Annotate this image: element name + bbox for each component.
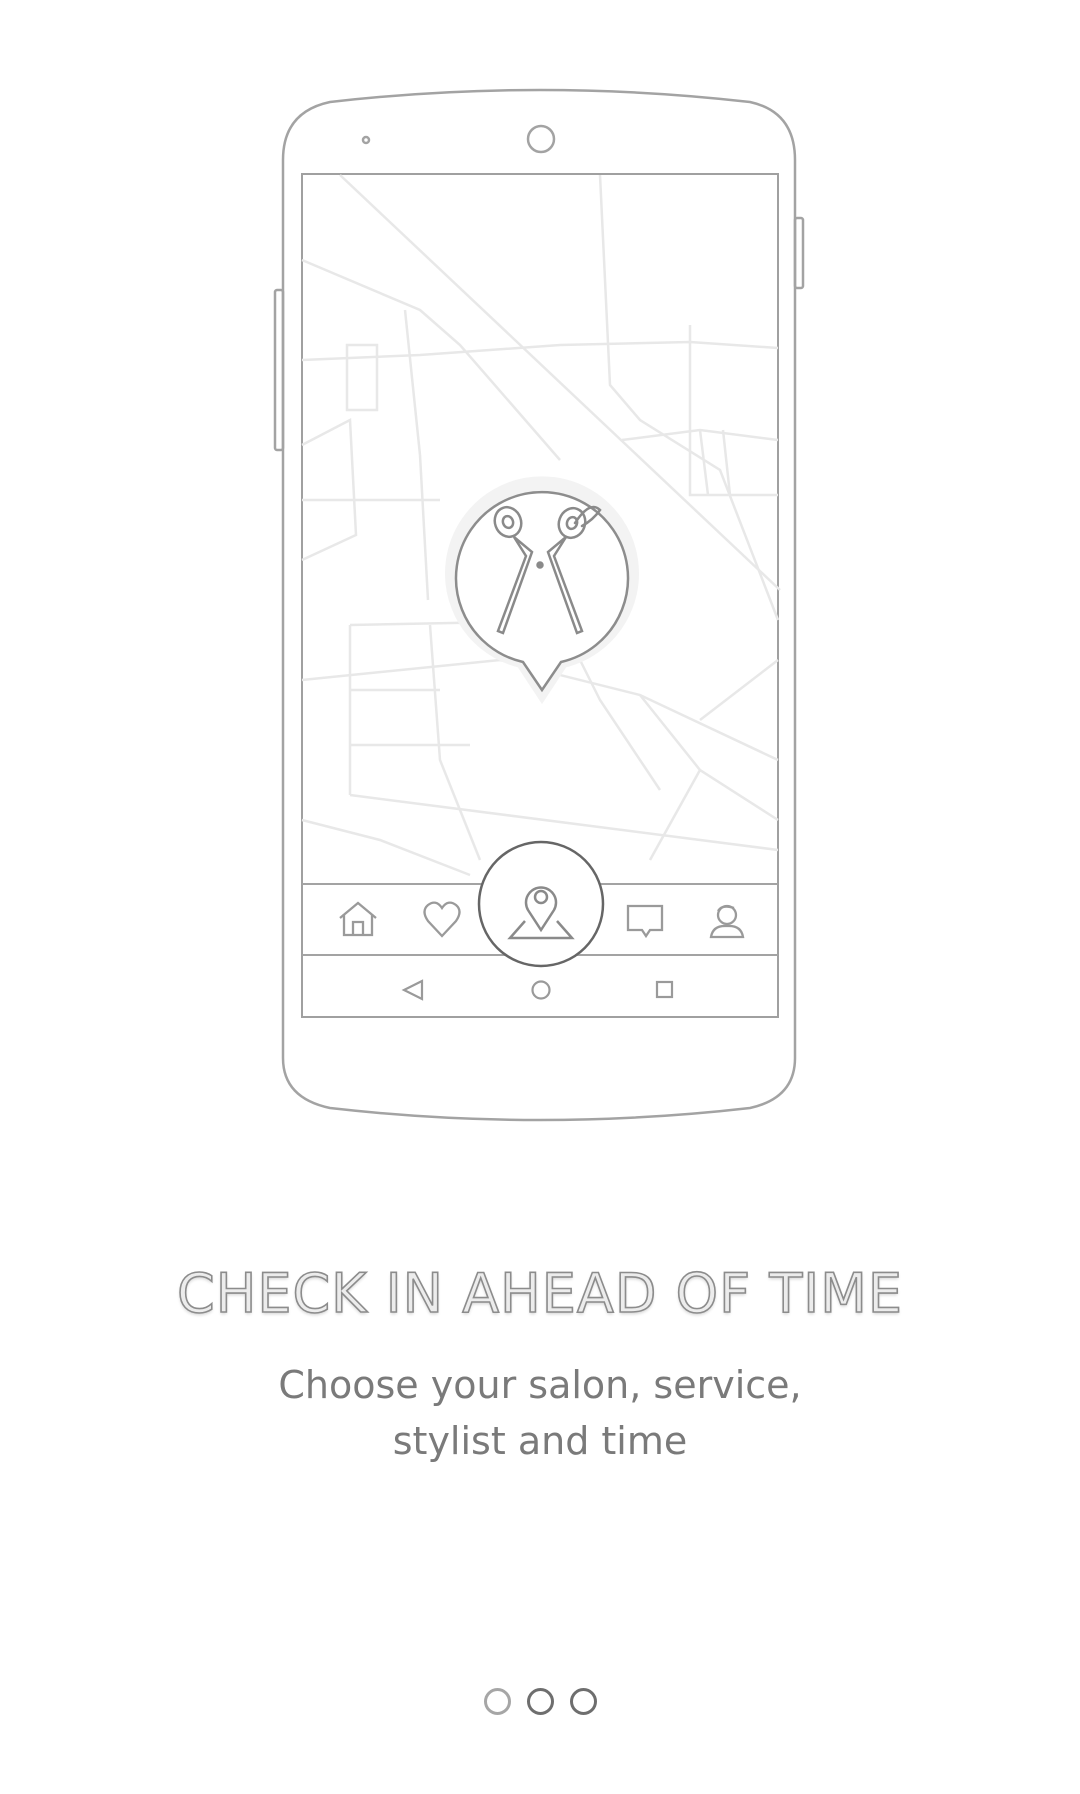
onboarding-description: Choose your salon, service, stylist and … [0,1357,1080,1469]
page-indicator-dot-2[interactable] [526,1688,554,1715]
onboarding-title: CHECK IN AHEAD OF TIME [176,1261,903,1326]
page-indicator-dot-1[interactable] [483,1688,511,1715]
phone-illustration [273,88,805,1122]
page-indicator-dot-3[interactable] [569,1688,597,1715]
phone-screen [301,173,781,1018]
onboarding-description-line-1: Choose your salon, service, [278,1363,802,1407]
page-indicator [0,1688,1080,1715]
onboarding-description-line-2: stylist and time [392,1419,688,1463]
map-location-icon [477,840,605,968]
